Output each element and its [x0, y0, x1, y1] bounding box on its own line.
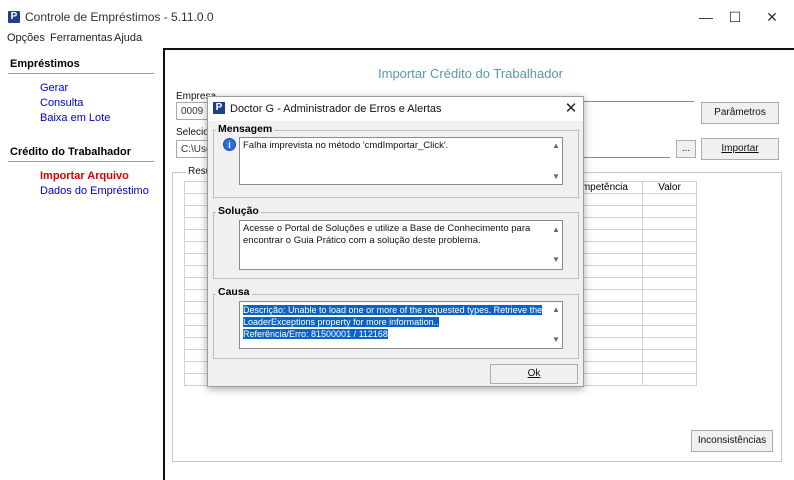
inconsistencias-button[interactable]: Inconsistências: [691, 430, 773, 452]
sidebar-section-credito: Crédito do Trabalhador: [10, 146, 132, 158]
solucao-textbox[interactable]: Acesse o Portal de Soluções e utilize a …: [239, 220, 563, 270]
sidebar-divider: [8, 161, 154, 162]
empresa-name-field: [584, 101, 694, 102]
causa-line: Descrição: Unable to load one or more of…: [243, 305, 543, 315]
table-cell: [642, 241, 697, 254]
window-title: Controle de Empréstimos - 5.11.0.0: [25, 10, 214, 24]
sidebar-section-emprestimos: Empréstimos: [10, 58, 80, 70]
importar-button-label: Importar: [721, 143, 759, 154]
table-cell: [642, 349, 697, 362]
scroll-down-icon[interactable]: ▼: [551, 256, 561, 264]
mensagem-text: Falha imprevista no método 'cmdImportar_…: [243, 140, 449, 151]
scroll-up-icon[interactable]: ▲: [551, 226, 561, 234]
app-icon: P: [8, 11, 20, 23]
ok-button[interactable]: Ok: [490, 364, 578, 384]
menu-opcoes[interactable]: Opções: [7, 32, 45, 44]
dialog-close-button[interactable]: ✕: [561, 99, 581, 119]
table-cell: [642, 337, 697, 350]
table-cell: [642, 373, 697, 386]
sidebar-item-baixa-em-lote[interactable]: Baixa em Lote: [40, 112, 110, 124]
table-cell: [642, 193, 697, 206]
scroll-down-icon[interactable]: ▼: [551, 173, 561, 181]
table-cell: [642, 205, 697, 218]
menu-bar: Opções Ferramentas Ajuda: [0, 32, 794, 48]
causa-label: Causa: [216, 286, 252, 298]
table-cell: [642, 229, 697, 242]
error-dialog: P Doctor G - Administrador de Erros e Al…: [207, 96, 584, 387]
close-button[interactable]: ✕: [758, 6, 786, 28]
table-cell: [642, 217, 697, 230]
table-cell: [642, 289, 697, 302]
browse-button[interactable]: ...: [676, 140, 696, 158]
table-cell: [642, 253, 697, 266]
info-icon: i: [223, 138, 236, 151]
page-title: Importar Crédito do Trabalhador: [378, 66, 563, 81]
scroll-up-icon[interactable]: ▲: [551, 306, 561, 314]
table-cell: [642, 361, 697, 374]
file-path-field-extension: [584, 157, 670, 158]
ok-button-label: Ok: [527, 368, 541, 379]
menu-ajuda[interactable]: Ajuda: [114, 32, 142, 44]
sidebar-item-gerar[interactable]: Gerar: [40, 82, 68, 94]
table-cell: [642, 277, 697, 290]
mensagem-label: Mensagem: [216, 123, 275, 135]
sidebar-divider: [8, 73, 154, 74]
solucao-label: Solução: [216, 205, 261, 217]
dialog-title-bar: P Doctor G - Administrador de Erros e Al…: [208, 97, 583, 121]
table-cell: [642, 301, 697, 314]
table-cell: [642, 325, 697, 338]
dialog-title: Doctor G - Administrador de Erros e Aler…: [230, 103, 442, 115]
minimize-button[interactable]: —: [692, 6, 720, 28]
menu-ferramentas[interactable]: Ferramentas: [50, 32, 112, 44]
causa-textbox[interactable]: Descrição: Unable to load one or more of…: [239, 301, 563, 349]
scroll-down-icon[interactable]: ▼: [551, 336, 561, 344]
sidebar-item-consulta[interactable]: Consulta: [40, 97, 83, 109]
causa-line: Referência/Erro: 81500001 / 112168: [243, 329, 388, 339]
causa-line: LoaderExceptions property for more infor…: [243, 317, 439, 327]
sidebar-item-dados-emprestimo[interactable]: Dados do Empréstimo: [40, 185, 149, 197]
importar-button[interactable]: Importar: [701, 138, 779, 160]
table-cell: [642, 313, 697, 326]
parametros-button[interactable]: Parâmetros: [701, 102, 779, 124]
dialog-app-icon: P: [213, 102, 225, 114]
grid-header: Valor: [642, 181, 697, 194]
scroll-up-icon[interactable]: ▲: [551, 142, 561, 150]
sidebar-item-importar-arquivo[interactable]: Importar Arquivo: [40, 170, 129, 182]
maximize-button[interactable]: ☐: [721, 6, 749, 28]
solucao-text: Acesse o Portal de Soluções e utilize a …: [243, 223, 531, 246]
mensagem-textbox[interactable]: Falha imprevista no método 'cmdImportar_…: [239, 137, 563, 185]
table-cell: [642, 265, 697, 278]
title-bar: P Controle de Empréstimos - 5.11.0.0 — ☐…: [0, 0, 794, 32]
